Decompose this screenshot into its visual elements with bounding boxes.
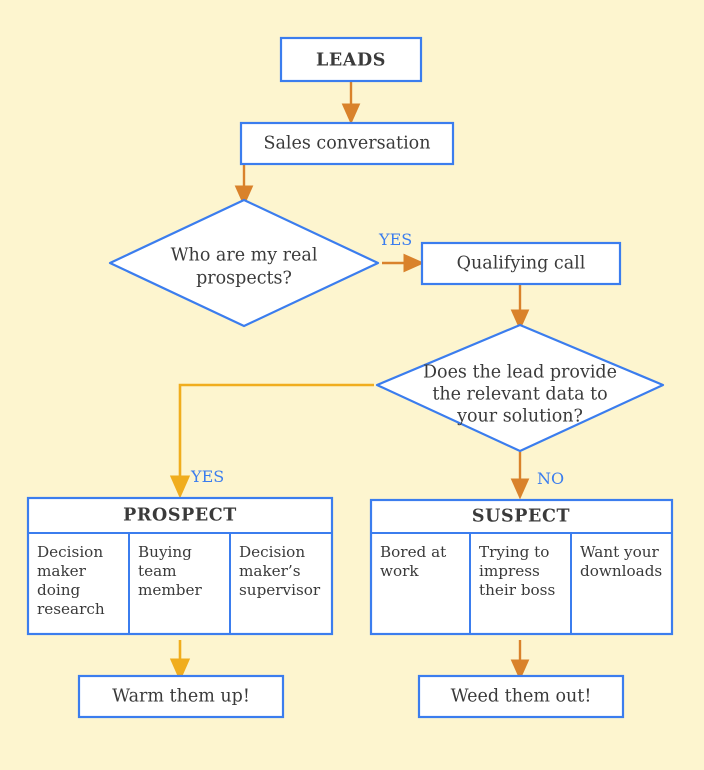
edge-label-yes-prospect-table: YES [190,467,224,486]
node-sales-conversation[interactable]: Sales conversation [239,121,455,166]
edge-label-yes-prospects: YES [378,230,412,249]
leads-label: LEADS [316,51,386,71]
suspect-cell-2-line-1: Trying to [479,543,549,561]
warm-them-up-label: Warm them up! [112,687,250,707]
decision-data-line1: Does the lead provide [423,363,617,383]
qualifying-call-label: Qualifying call [457,254,586,274]
table-prospect[interactable]: PROSPECT Decision maker doing research B… [26,496,334,636]
node-decision-data[interactable]: Does the lead provide the relevant data … [375,323,665,453]
decision-data-line3: your solution? [456,407,583,427]
prospect-cell-1-line-4: research [37,600,105,618]
prospect-cell-3-line-1: Decision [239,543,305,561]
node-leads[interactable]: LEADS [279,36,423,83]
edge-label-no-suspect-table: NO [537,469,564,488]
prospect-cell-3-line-2: maker’s [239,562,301,580]
suspect-cell-3-line-2: downloads [580,562,662,580]
prospect-cell-3-line-3: supervisor [239,581,321,599]
decision-prospects-line1: Who are my real [171,246,318,266]
flowchart-svg: LEADS Sales conversation Who are my real… [26,36,674,719]
table-suspect[interactable]: SUSPECT Bored at work Trying to impress … [369,498,674,636]
suspect-title: SUSPECT [472,507,570,527]
prospect-cell-1-line-1: Decision [37,543,103,561]
node-warm-them-up[interactable]: Warm them up! [77,674,285,719]
prospect-cell-2-line-1: Buying [138,543,192,561]
prospect-cell-1-line-2: maker [37,562,87,580]
prospect-cell-2-line-3: member [138,581,203,599]
suspect-cell-3-line-1: Want your [580,543,660,561]
node-qualifying-call[interactable]: Qualifying call [420,241,622,286]
suspect-cell-2-line-2: impress [479,562,540,580]
sales-conversation-label: Sales conversation [264,134,431,154]
flowchart-canvas: LEADS Sales conversation Who are my real… [0,0,704,770]
suspect-cell-1-line-2: work [380,562,419,580]
weed-them-out-label: Weed them out! [451,687,592,707]
prospect-cell-1-line-3: doing [37,581,81,599]
node-weed-them-out[interactable]: Weed them out! [417,674,625,719]
suspect-cell-1-line-1: Bored at [380,543,446,561]
suspect-cell-2-line-3: their boss [479,581,555,599]
decision-data-line2: the relevant data to [432,385,607,405]
decision-prospects-line2: prospects? [196,269,292,289]
prospect-cell-2-line-2: team [138,562,177,580]
prospect-title: PROSPECT [123,506,237,526]
node-decision-prospects[interactable]: Who are my real prospects? [108,198,380,328]
